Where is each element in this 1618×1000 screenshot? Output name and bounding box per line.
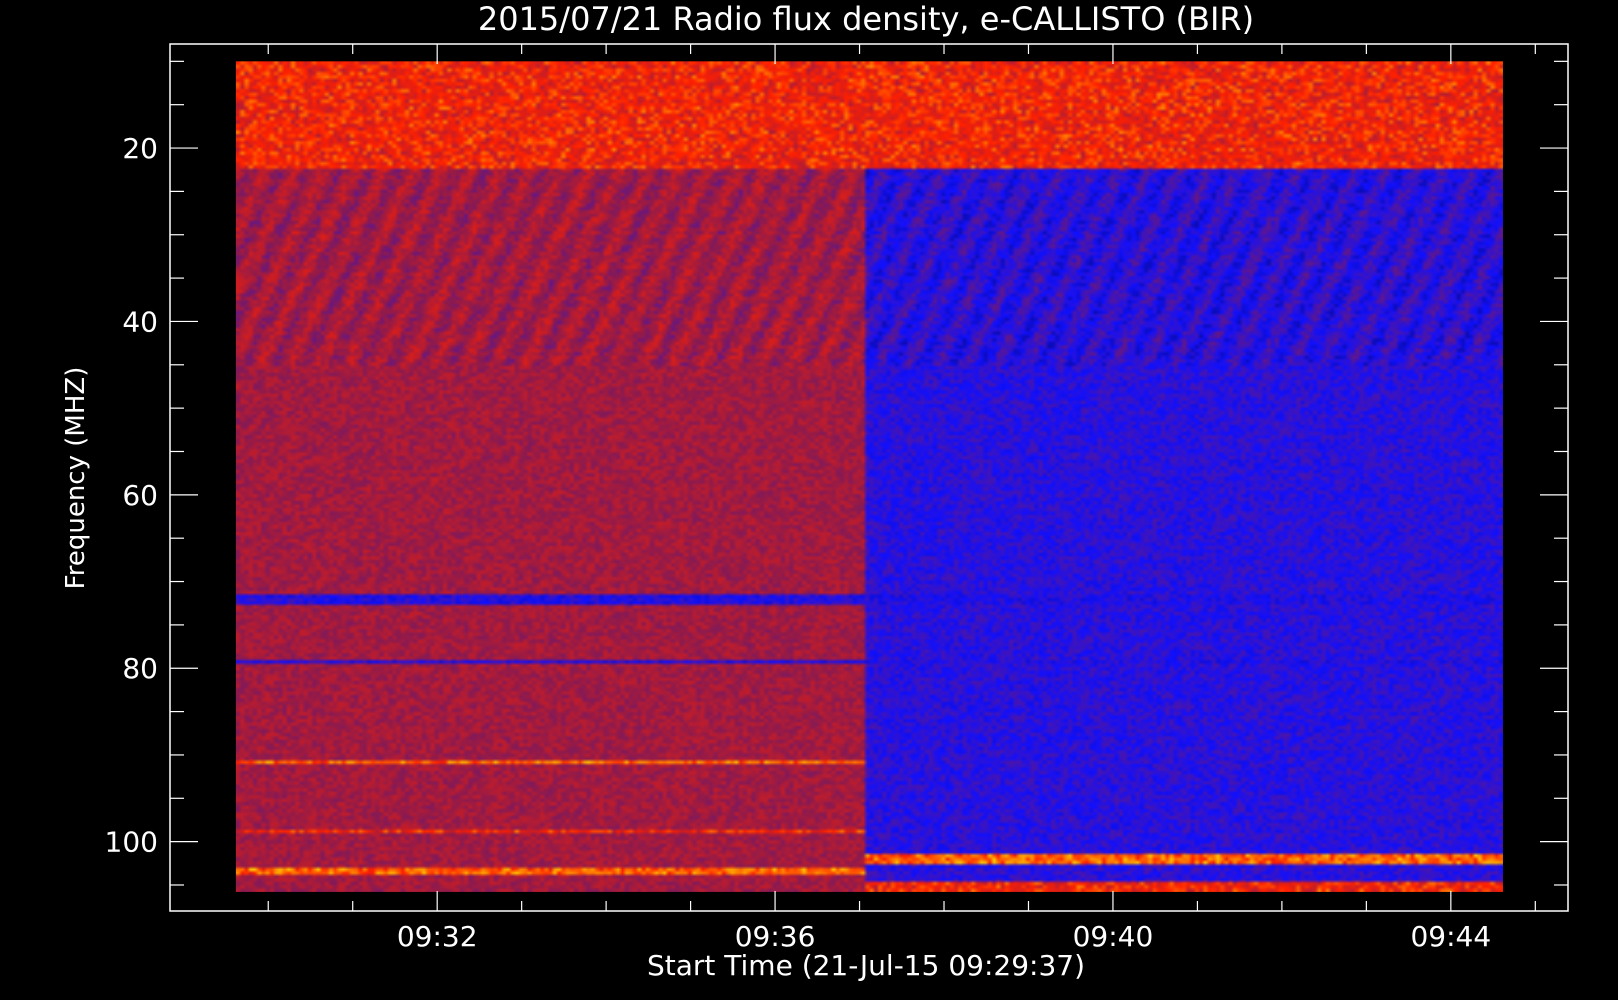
y-axis-title: Frequency (MHZ) — [61, 367, 91, 590]
y-tick-label: 40 — [122, 305, 158, 338]
x-tick-label: 09:32 — [397, 920, 478, 953]
y-tick-label: 20 — [122, 132, 158, 165]
spectrogram-chart: 2015/07/21 Radio flux density, e-CALLIST… — [0, 0, 1618, 1000]
y-tick-label: 60 — [122, 479, 158, 512]
spectrogram-raster — [235, 61, 1503, 892]
chart-title: 2015/07/21 Radio flux density, e-CALLIST… — [478, 0, 1254, 38]
x-tick-label: 09:44 — [1410, 920, 1491, 953]
x-axis-title: Start Time (21-Jul-15 09:29:37) — [647, 949, 1085, 982]
y-tick-label: 100 — [105, 826, 158, 859]
spectrogram-image — [235, 61, 1503, 892]
y-tick-label: 80 — [122, 652, 158, 685]
